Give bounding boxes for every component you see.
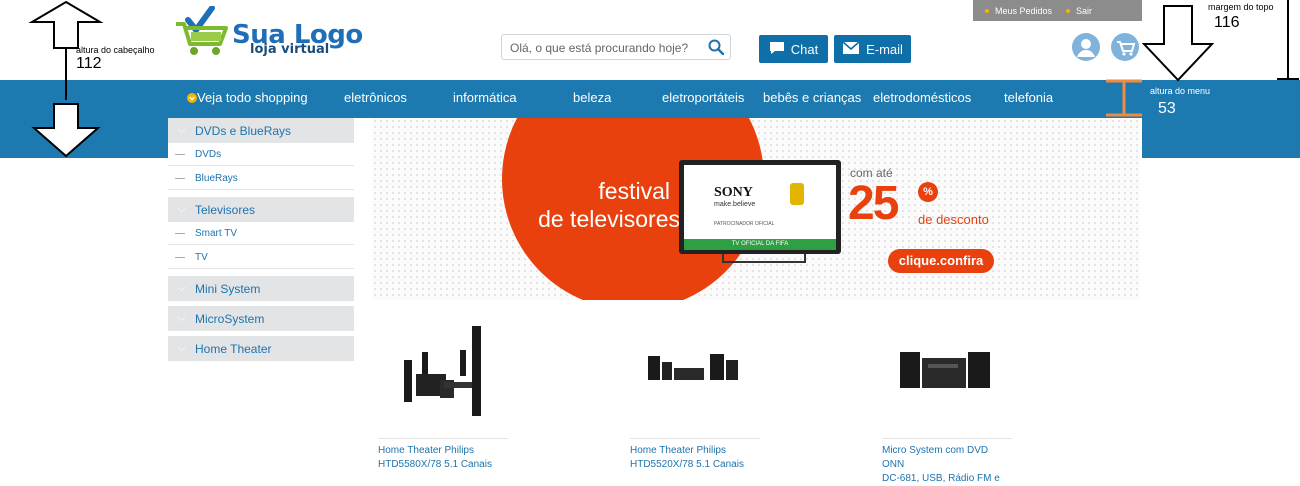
sponsor-text: PATROCINADOR OFICIAL <box>714 221 775 227</box>
chevron-down-icon: ⌵ <box>177 124 186 136</box>
chevron-down-icon: ⌵ <box>177 282 186 294</box>
product-image[interactable] <box>394 320 492 420</box>
tv-image: SONY make.believe PATROCINADOR OFICIAL T… <box>679 160 841 254</box>
product-title-1[interactable]: Home Theater Philips HTD5580X/78 5.1 Cana… <box>378 444 508 472</box>
sidebar-item-dvds[interactable]: DVDs <box>168 143 354 166</box>
sony-tagline: make.believe <box>714 201 756 208</box>
banner-desconto: de desconto <box>918 212 989 227</box>
banner-title-line2: de televisores <box>538 206 680 232</box>
annotation-top-margin-value: 116 <box>1214 14 1240 31</box>
search-box <box>501 34 731 61</box>
annotation-header-label: altura do cabeçalho <box>76 45 155 55</box>
banner-percent-sign: % <box>918 182 938 202</box>
sidebar-item-bluerays[interactable]: BlueRays <box>168 167 354 190</box>
email-icon <box>842 40 860 58</box>
email-label: E-mail <box>866 41 903 57</box>
nav-all-shopping[interactable]: Veja todo shopping <box>187 90 308 105</box>
fifa-cup-icon <box>790 183 804 205</box>
product-image[interactable] <box>644 350 742 390</box>
product-separator <box>630 438 760 439</box>
tv-strip-text: TV OFICIAL DA FIFA <box>684 239 836 250</box>
email-button[interactable]: E-mail <box>834 35 911 63</box>
nav-telefonia[interactable]: telefonia <box>1004 90 1053 105</box>
chevron-down-icon: ⌵ <box>177 312 186 324</box>
nav-eletroportateis[interactable]: eletroportáteis <box>662 90 744 105</box>
menu-height-bracket <box>1106 79 1142 117</box>
tv-stand <box>722 254 806 263</box>
sidebar-item-smart-tv[interactable]: Smart TV <box>168 222 354 245</box>
menu-height-arrow <box>1141 5 1215 82</box>
chat-label: Chat <box>790 41 819 57</box>
top-margin-tick <box>1277 78 1299 80</box>
search-input[interactable] <box>502 35 702 61</box>
header-height-arrows <box>28 0 104 158</box>
chat-icon <box>769 41 785 58</box>
annotation-menu-value: 53 <box>1158 100 1176 117</box>
nav-beleza[interactable]: beleza <box>573 90 611 105</box>
nav-eletronicos[interactable]: eletrônicos <box>344 90 407 105</box>
banner-title-line1: festival <box>598 178 670 204</box>
logo-cart-icon[interactable] <box>174 5 230 56</box>
sidebar-group-home-theater[interactable]: ⌵ Home Theater <box>168 336 354 361</box>
product-title-2[interactable]: Home Theater Philips HTD5520X/78 5.1 Cana… <box>630 444 760 472</box>
annotation-header-value: 112 <box>76 55 102 72</box>
banner-percent: 25 <box>848 177 899 230</box>
chevron-down-icon: ⌵ <box>177 203 186 215</box>
chevron-down-icon: ⌵ <box>177 342 186 354</box>
nav-eletrodomesticos[interactable]: eletrodomésticos <box>873 90 971 105</box>
sidebar-group-mini-system[interactable]: ⌵ Mini System <box>168 276 354 301</box>
nav-bebes-criancas[interactable]: bebês e crianças <box>763 90 861 105</box>
top-margin-line <box>1287 0 1289 80</box>
sidebar-group-televisores[interactable]: ⌵ Televisores <box>168 197 354 222</box>
user-account-icon[interactable] <box>1071 32 1101 62</box>
sidebar-group-dvds[interactable]: ⌵ DVDs e BlueRays <box>168 118 354 143</box>
product-image[interactable] <box>898 350 992 390</box>
annotation-top-margin-label: margem do topo <box>1208 2 1274 12</box>
chat-button[interactable]: Chat <box>759 35 828 63</box>
logout-link[interactable]: Sair <box>1066 6 1092 16</box>
logo-subtitle: loja virtual <box>250 42 330 57</box>
user-menu-bar: Meus Pedidos Sair <box>973 0 1142 21</box>
my-orders-link[interactable]: Meus Pedidos <box>985 6 1052 16</box>
product-separator <box>882 438 1012 439</box>
banner-cta-button[interactable]: clique.confira <box>888 249 994 273</box>
promo-banner[interactable]: festival de televisores SONY make.believ… <box>372 118 1140 300</box>
product-title-3[interactable]: Micro System com DVD ONN DC-681, USB, Rád… <box>882 444 1012 486</box>
sidebar-item-tv[interactable]: TV <box>168 246 354 269</box>
sidebar-group-microsystem[interactable]: ⌵ MicroSystem <box>168 306 354 331</box>
nav-informatica[interactable]: informática <box>453 90 517 105</box>
chevron-down-icon <box>187 93 197 103</box>
sony-logo-text: SONY <box>714 185 753 200</box>
shopping-cart-icon[interactable] <box>1110 32 1140 62</box>
annotation-menu-label: altura do menu <box>1150 86 1211 96</box>
search-icon[interactable] <box>708 39 725 60</box>
product-separator <box>378 438 508 439</box>
